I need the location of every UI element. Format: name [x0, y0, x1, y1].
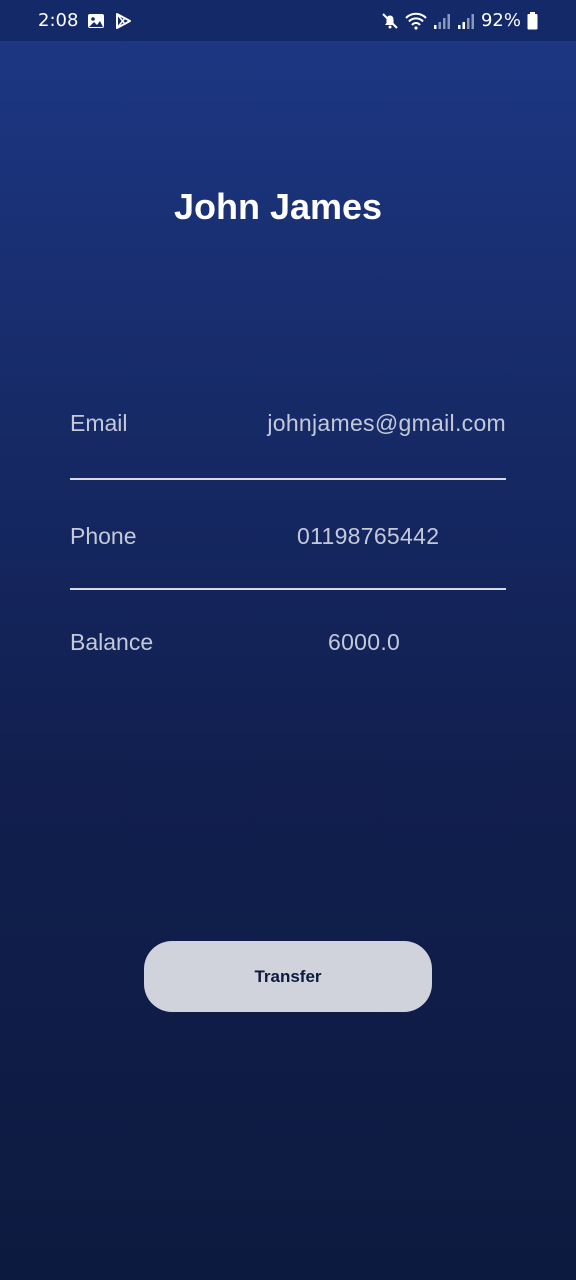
- phone-value: 01198765442: [297, 523, 440, 549]
- mute-icon: [381, 12, 399, 30]
- phone-label: Phone: [70, 523, 137, 549]
- profile-name: John James: [173, 186, 383, 227]
- phone-row: Phone 01198765442: [70, 516, 506, 556]
- balance-value: 6000.0: [328, 629, 401, 655]
- balance-label: Balance: [70, 629, 154, 655]
- battery-icon: [527, 11, 538, 30]
- divider: [70, 478, 506, 480]
- status-time: 2:08: [38, 10, 79, 31]
- battery-percent: 92%: [480, 10, 521, 31]
- status-bar: 2:08 92%: [0, 0, 576, 41]
- wifi-icon: [405, 12, 427, 30]
- image-icon: [87, 13, 105, 29]
- signal-icon: [433, 12, 451, 30]
- divider: [70, 588, 506, 590]
- balance-row: Balance 6000.0: [70, 622, 506, 662]
- signal-icon: [457, 12, 475, 30]
- email-value: johnjames@gmail.com: [267, 410, 506, 436]
- transfer-button[interactable]: Transfer: [144, 941, 432, 1012]
- status-right: 92%: [381, 10, 538, 31]
- play-store-icon: [114, 12, 132, 30]
- status-left: 2:08: [38, 10, 132, 31]
- email-row: Email johnjames@gmail.com: [70, 403, 506, 443]
- email-label: Email: [70, 410, 128, 436]
